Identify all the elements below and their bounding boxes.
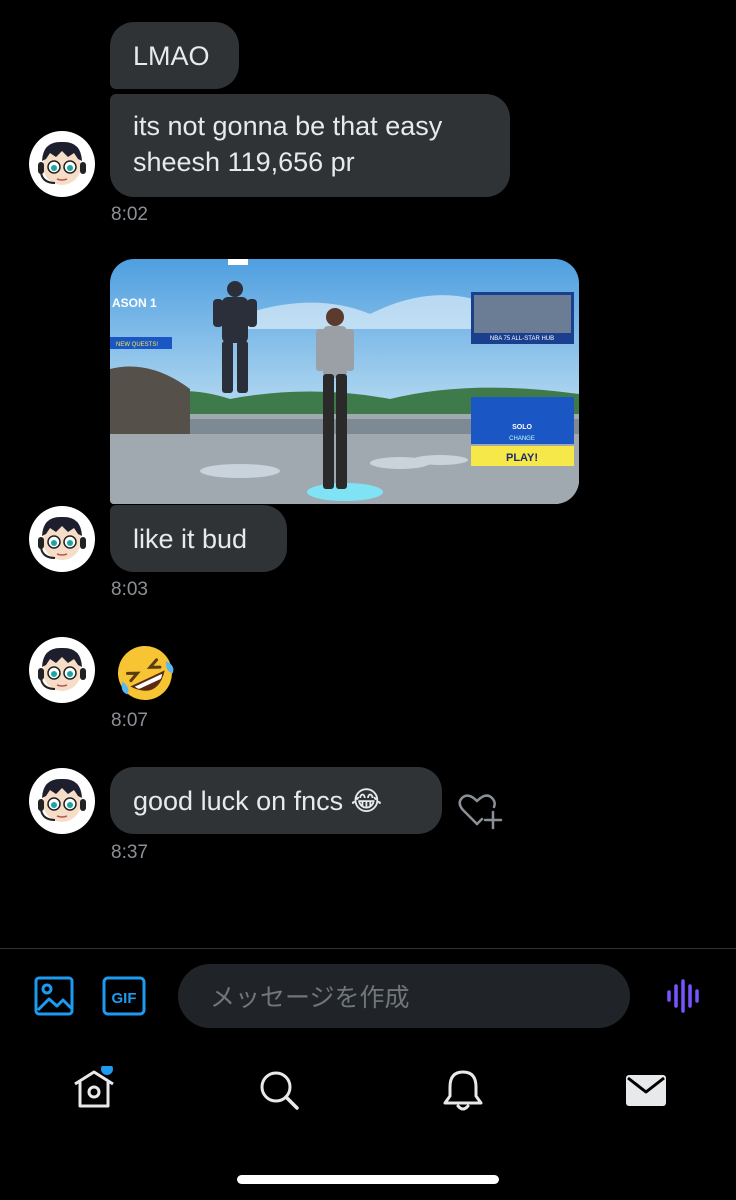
message-text-line-1: its not gonna be that easy xyxy=(133,111,443,141)
avatar[interactable] xyxy=(29,131,95,197)
avatar[interactable] xyxy=(29,506,95,572)
gif-label: GIF xyxy=(112,990,137,1007)
compose-placeholder: メッセージを作成 xyxy=(210,984,410,1012)
voice-icon[interactable] xyxy=(663,974,707,1018)
avatar[interactable] xyxy=(29,768,95,834)
mail-icon[interactable] xyxy=(622,1066,670,1114)
composer-divider xyxy=(0,948,736,949)
avatar[interactable] xyxy=(29,637,95,703)
gif-icon[interactable]: GIF xyxy=(102,974,146,1018)
message-bubble-not-easy[interactable]: its not gonna be that easy sheesh 119,65… xyxy=(110,94,510,197)
message-compose-input[interactable]: メッセージを作成 xyxy=(178,964,630,1028)
image-icon[interactable] xyxy=(33,974,77,1018)
home-icon[interactable] xyxy=(70,1063,118,1114)
game-screenshot-image[interactable]: NBA 75 ALL-STAR HUB SOLO CHANGE PLAY! AS… xyxy=(110,259,579,504)
message-bubble-like-it[interactable]: like it bud xyxy=(110,505,287,572)
game-quests-text: NEW QUESTS! xyxy=(116,342,158,348)
game-hub-text: NBA 75 ALL-STAR HUB xyxy=(490,336,554,342)
game-change-text: CHANGE xyxy=(509,436,535,442)
message-text: like it bud xyxy=(133,523,248,554)
game-solo-text: SOLO xyxy=(512,424,532,431)
timestamp: 8:03 xyxy=(111,579,148,600)
timestamp: 8:37 xyxy=(111,842,148,863)
heart-plus-icon[interactable] xyxy=(457,792,503,832)
search-icon[interactable] xyxy=(255,1066,303,1114)
home-indicator xyxy=(237,1175,499,1184)
message-text: good luck on fncs 😂 xyxy=(133,785,383,816)
game-play-text: PLAY! xyxy=(506,452,538,464)
message-text: LMAO xyxy=(133,40,210,71)
game-season-text: ASON 1 xyxy=(112,296,157,310)
timestamp: 8:02 xyxy=(111,204,148,225)
message-text-line-2: sheesh 119,656 pr xyxy=(133,147,355,177)
message-bubble-good-luck[interactable]: good luck on fncs 😂 xyxy=(110,767,442,834)
rolling-laughing-emoji[interactable] xyxy=(112,643,178,703)
bell-icon[interactable] xyxy=(439,1066,487,1114)
message-bubble-lmao[interactable]: LMAO xyxy=(110,22,239,89)
timestamp: 8:07 xyxy=(111,710,148,731)
